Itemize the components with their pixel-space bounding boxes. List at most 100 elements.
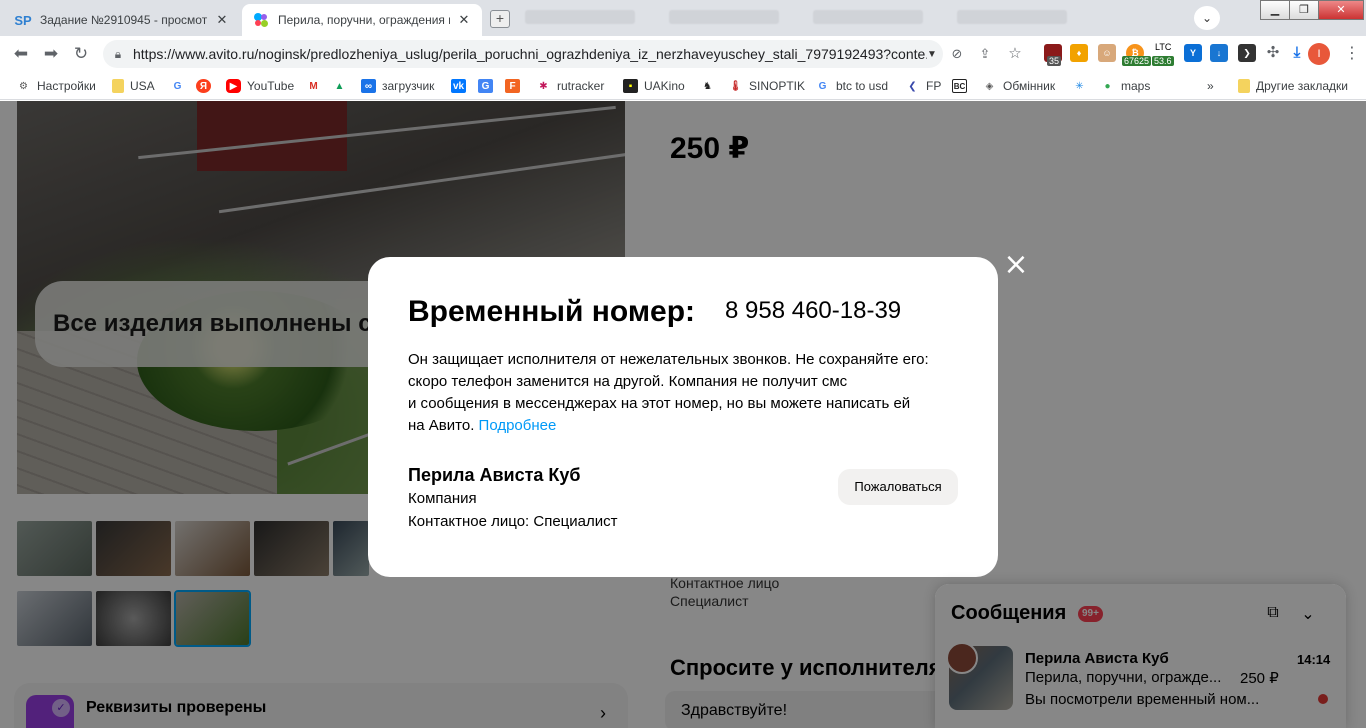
lock-icon[interactable]: 🔒︎ (103, 47, 133, 62)
bookmark-yandex[interactable]: Я (196, 78, 217, 94)
modal-description-line: Он защищает исполнителя от нежелательных… (408, 351, 929, 368)
puzzle-icon[interactable]: ✣ (1264, 44, 1282, 62)
modal-description: Он защищает исполнителя от нежелательных… (408, 349, 968, 437)
exchange-icon: ◈ (985, 80, 994, 92)
fp-icon: ❮ (908, 80, 917, 92)
bookmark-translate[interactable]: G (478, 78, 499, 94)
folder-icon (112, 79, 124, 93)
temporary-number-modal: Временный номер: 8 958 460-18-39 Он защи… (368, 257, 998, 577)
terminal-extension-icon[interactable]: ❯ (1238, 44, 1256, 62)
bookmark-sinoptik[interactable]: 🌡︎ SINOPTIK (728, 78, 805, 94)
contact-person: Контактное лицо: Специалист (408, 513, 618, 530)
bookmark-drive[interactable]: ▲ (332, 78, 353, 94)
ltc-price: 53.6 (1152, 56, 1174, 66)
bookmark-google[interactable]: G (170, 78, 191, 94)
reload-icon[interactable]: ↻ (70, 44, 92, 64)
bookmark-usa[interactable]: USA (112, 78, 155, 94)
bookmarks-overflow[interactable]: » (1207, 78, 1214, 94)
chat-last-message: Вы посмотрели временный ном... (1025, 691, 1260, 708)
modal-description-line: скоро телефон заменится на другой. Компа… (408, 373, 848, 390)
address-bar[interactable]: 🔒︎ https://www.avito.ru/noginsk/predlozh… (103, 40, 943, 68)
bookmark-exchange[interactable]: ◈ Обмінник (982, 78, 1055, 94)
unread-badge: 99+ (1078, 606, 1103, 622)
chevron-down-icon[interactable]: ⌄ (1298, 604, 1318, 624)
bookmark-btc-to-usd[interactable]: Gbtc to usd (815, 78, 888, 94)
chat-time: 14:14 (1297, 652, 1331, 667)
close-tab-icon[interactable]: ✕ (214, 12, 230, 28)
bookmark-rutracker[interactable]: ✱ rutracker (536, 78, 604, 94)
messenger-title: Сообщения (951, 602, 1067, 624)
chat-item-price: 250 ₽ (1240, 670, 1279, 687)
forward-icon[interactable]: ➡ (40, 44, 62, 64)
profile-avatar[interactable]: I (1308, 43, 1330, 65)
browser-toolbar: ⬅ ➡ ↻ 🔒︎ https://www.avito.ru/noginsk/pr… (0, 36, 1366, 72)
open-external-icon[interactable]: ⧉ (1263, 604, 1283, 624)
avito-favicon-icon (252, 12, 270, 28)
bookmark-chess[interactable]: ♞ (700, 78, 721, 94)
yandex-icon: Я (196, 79, 211, 93)
more-info-link[interactable]: Подробнее (479, 417, 557, 434)
minimize-button[interactable]: ▁ (1260, 0, 1290, 20)
bookmark-gmail[interactable]: M (306, 78, 327, 94)
bookmark-fp[interactable]: ❮ FP (905, 78, 941, 94)
translate-icon: G (478, 79, 493, 93)
tab-avito[interactable]: Перила, поручни, ограждения из ✕ (242, 4, 482, 36)
btc-price: 67625 (1122, 56, 1152, 66)
bookmark-bc[interactable]: BC (952, 78, 973, 94)
site-info-icon[interactable]: ⊘ (946, 44, 968, 64)
tab-search-icon[interactable]: ⌄ (1194, 6, 1220, 30)
face-extension-icon[interactable]: ☺ (1098, 44, 1116, 62)
url-text[interactable]: https://www.avito.ru/noginsk/predlozheni… (133, 46, 927, 62)
close-window-button[interactable]: ✕ (1318, 0, 1364, 20)
url-dropdown-icon[interactable]: ▼ (927, 49, 943, 60)
vk-icon: vk (451, 79, 466, 93)
modal-description-line: на Авито. Подробнее (408, 417, 557, 434)
bookmark-loader[interactable]: ∞ загрузчик (361, 78, 434, 94)
bookmark-vk[interactable]: vk (451, 78, 472, 94)
folder-icon (1238, 79, 1250, 93)
menu-icon[interactable]: ⋮ (1344, 44, 1360, 64)
download-extension-icon[interactable]: ↓ (1210, 44, 1228, 62)
chess-icon: ♞ (703, 80, 712, 92)
bookmark-star-icon[interactable]: ☆ (1004, 44, 1026, 64)
loader-icon: ∞ (361, 79, 376, 93)
ltc-label: LTC (1155, 42, 1172, 52)
f-icon: F (505, 79, 520, 93)
gmail-icon: M (309, 80, 318, 92)
tab-strip: SP Задание №2910945 - просмотр з ✕ Перил… (0, 0, 1366, 36)
extension-badge: 35 (1047, 56, 1062, 66)
close-modal-icon[interactable]: × (1002, 250, 1030, 280)
bookmark-youtube[interactable]: ▶ YouTube (226, 78, 294, 94)
bc-icon: BC (952, 79, 967, 93)
bookmark-uakino[interactable]: ▪ UAKino (623, 78, 685, 94)
new-tab-button[interactable]: + (490, 10, 510, 28)
bookmark-settings[interactable]: ⚙ Настройки (16, 78, 96, 94)
back-icon[interactable]: ⬅ (10, 44, 32, 64)
bookmark-snowflake[interactable]: ✳ (1072, 78, 1093, 94)
gear-icon: ⚙ (19, 80, 28, 92)
share-icon[interactable]: ⇪ (974, 44, 996, 64)
y-extension-icon[interactable]: Y (1184, 44, 1202, 62)
drive-icon: ▲ (334, 80, 345, 92)
tab-title: Задание №2910945 - просмотр з (40, 13, 208, 27)
bookmark-maps[interactable]: ● maps (1100, 78, 1150, 94)
report-button[interactable]: Пожаловаться (838, 469, 958, 505)
tab-title: Перила, поручни, ограждения из (278, 13, 450, 27)
google-icon: G (173, 80, 182, 92)
unread-dot (1318, 694, 1328, 704)
company-name: Перила Ависта Куб (408, 465, 581, 485)
other-bookmarks[interactable]: Другие закладки (1238, 78, 1348, 94)
google-icon: G (818, 80, 827, 92)
shield-extension-icon[interactable]: ♦ (1070, 44, 1088, 62)
restore-button[interactable]: ❐ (1289, 0, 1319, 20)
seller-avatar (946, 642, 978, 674)
tab-task[interactable]: SP Задание №2910945 - просмотр з ✕ (4, 4, 240, 36)
close-tab-icon[interactable]: ✕ (456, 12, 472, 28)
downloads-icon[interactable]: ⤓ (1288, 44, 1306, 62)
temporary-phone-number: 8 958 460-18-39 (725, 297, 902, 324)
thermometer-icon: 🌡︎ (729, 80, 742, 92)
chat-seller-name[interactable]: Перила Ависта Куб (1025, 650, 1169, 667)
background-tabs (525, 10, 1067, 24)
bookmark-f[interactable]: F (505, 78, 526, 94)
modal-description-line: и сообщения в мессенджерах на этот номер… (408, 395, 911, 412)
